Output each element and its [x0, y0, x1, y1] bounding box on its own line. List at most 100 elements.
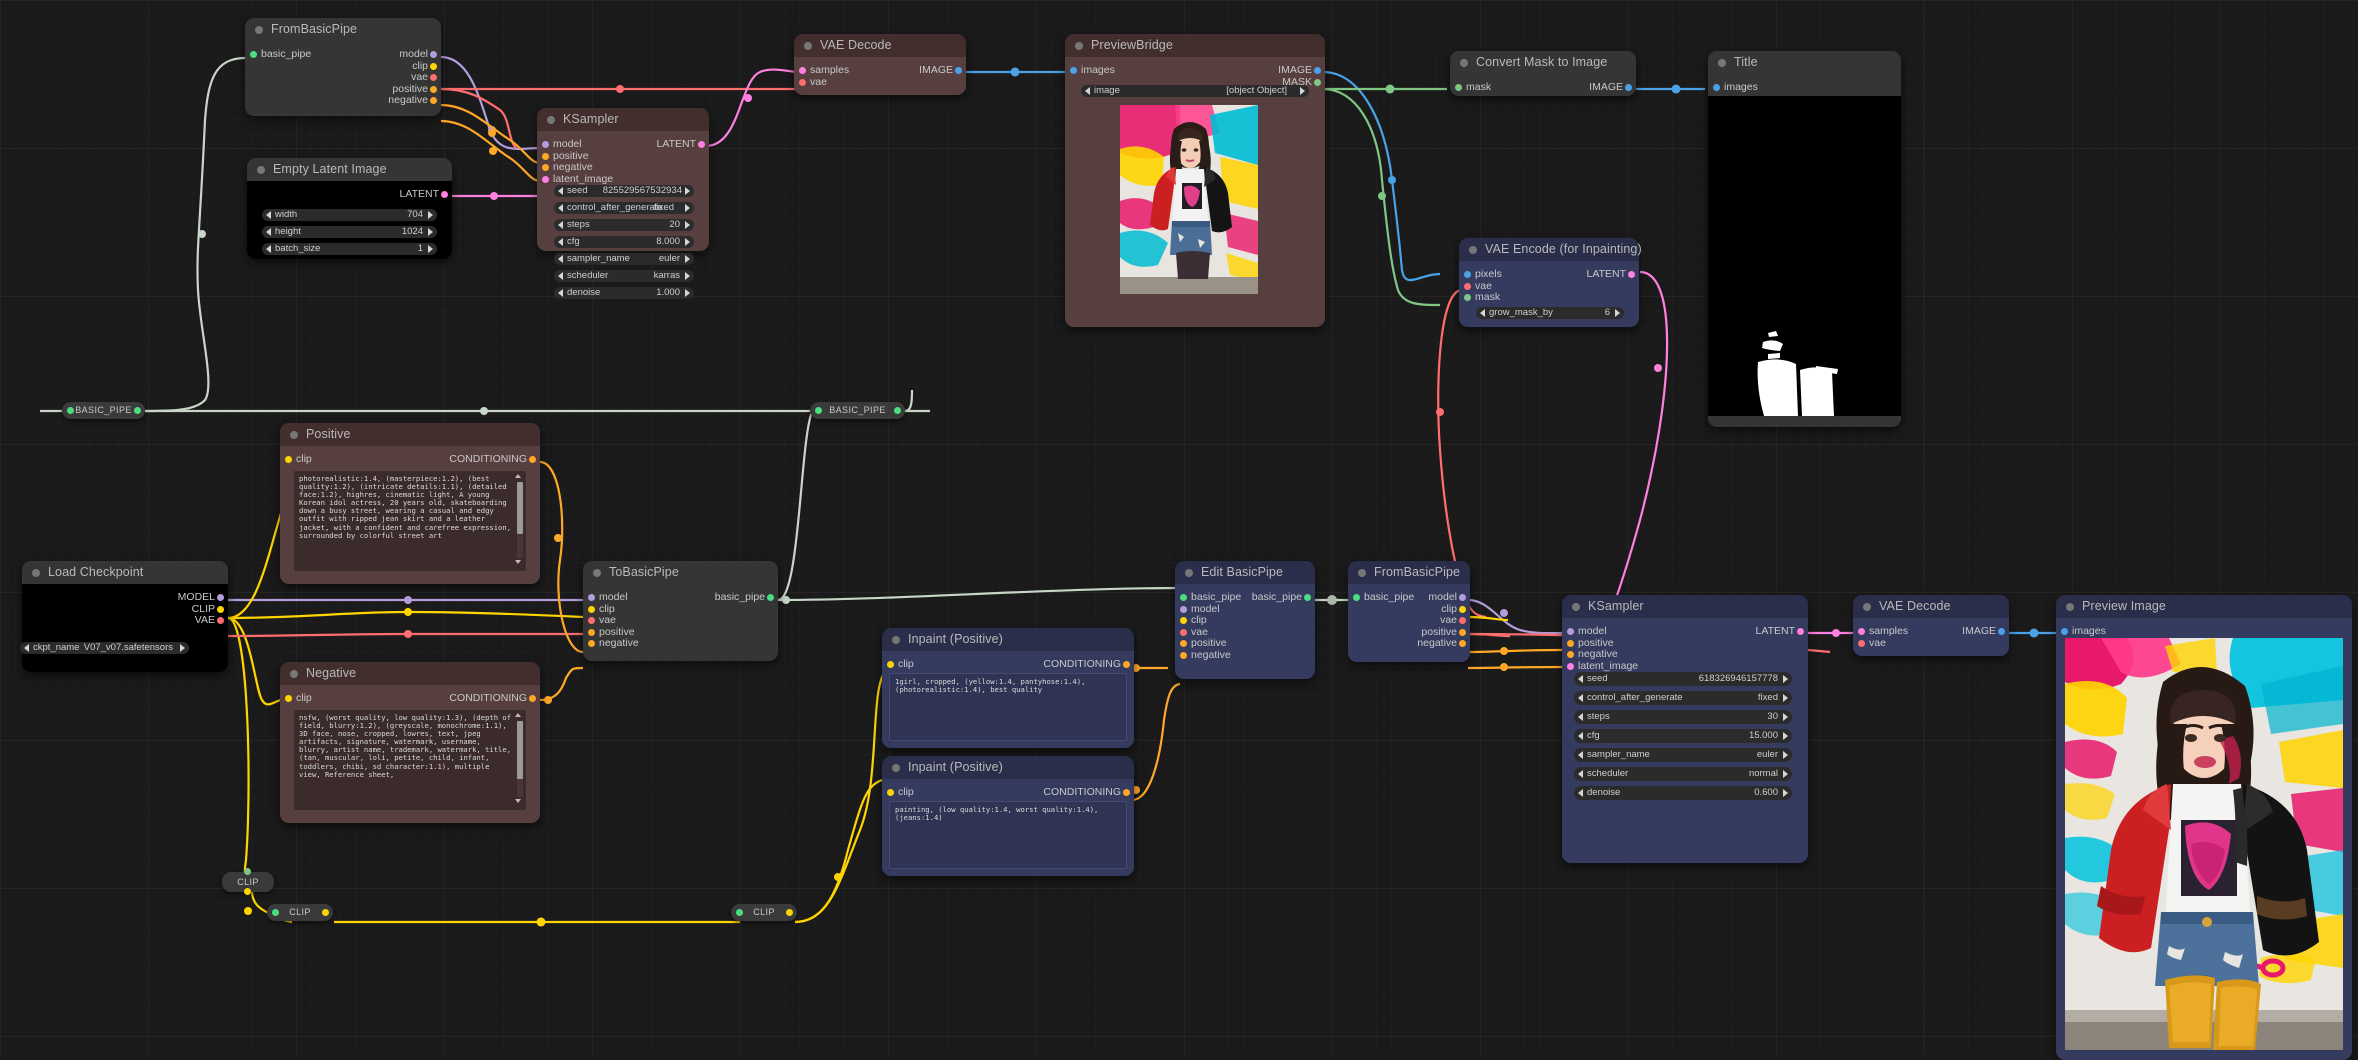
node-empty-latent-image[interactable]: Empty Latent Image LATENT width 704 heig… — [247, 158, 452, 259]
widget-grow-mask-by[interactable]: grow_mask_by 6 — [1476, 307, 1624, 319]
node-title-bar[interactable]: FromBasicPipe — [245, 18, 441, 41]
pin-samples-in[interactable] — [799, 67, 806, 74]
pin-vae-in[interactable] — [1180, 628, 1187, 636]
pin-model-out[interactable] — [430, 51, 437, 58]
pin-negative-out[interactable] — [430, 97, 437, 104]
node-load-checkpoint[interactable]: Load Checkpoint MODEL CLIP VAE ckpt_name… — [20, 561, 228, 672]
widget-steps[interactable]: steps 30 — [1574, 710, 1792, 724]
increment-arrow-icon[interactable] — [428, 211, 433, 219]
pin-mask-in[interactable] — [1455, 84, 1462, 91]
widget-sampler-name[interactable]: sampler_name euler — [1574, 748, 1792, 762]
increment-arrow-icon[interactable] — [685, 221, 690, 229]
pin-basic-pipe-out[interactable] — [1304, 594, 1311, 601]
pin-vae-out[interactable] — [430, 74, 437, 81]
pin-clip-out[interactable] — [217, 605, 224, 613]
node-title-bar[interactable]: Negative — [280, 662, 540, 685]
pin-out[interactable] — [134, 407, 141, 414]
reroute-basic-pipe-1[interactable]: BASIC_PIPE — [62, 402, 145, 419]
node-title-bar[interactable]: Inpaint (Positive) — [882, 628, 1134, 651]
pin-clip-in[interactable] — [887, 661, 894, 668]
pin-positive-in[interactable] — [1567, 639, 1574, 647]
pin-in[interactable] — [815, 407, 822, 414]
pin-images-in[interactable] — [1713, 84, 1720, 91]
scrollbar-thumb[interactable] — [517, 482, 523, 534]
pin-in[interactable] — [272, 909, 279, 916]
collapse-icon[interactable] — [1358, 569, 1366, 577]
pin-positive-out[interactable] — [430, 85, 437, 93]
decrement-arrow-icon[interactable] — [24, 644, 29, 652]
reroute-basic-pipe-2[interactable]: BASIC_PIPE — [810, 402, 905, 419]
collapse-icon[interactable] — [32, 569, 40, 577]
increment-arrow-icon[interactable] — [685, 289, 690, 297]
pin-negative-in[interactable] — [542, 164, 549, 171]
title-mask-image[interactable] — [1708, 96, 1901, 416]
pin-samples-in[interactable] — [1858, 628, 1865, 635]
widget-control-after-generate[interactable]: control_after_generate fixed — [554, 202, 694, 214]
pin-model-out[interactable] — [217, 594, 224, 601]
decrement-arrow-icon[interactable] — [1578, 751, 1583, 759]
widget-batch-size[interactable]: batch_size 1 — [262, 243, 437, 255]
node-ksampler-2[interactable]: KSampler model LATENT positive negative … — [1562, 595, 1808, 863]
node-title-bar[interactable]: KSampler — [537, 108, 709, 131]
increment-arrow-icon[interactable] — [1300, 87, 1305, 95]
increment-arrow-icon[interactable] — [685, 238, 690, 246]
widget-cfg[interactable]: cfg 8.000 — [554, 236, 694, 248]
decrement-arrow-icon[interactable] — [1480, 309, 1485, 317]
pin-images-in[interactable] — [1070, 67, 1077, 74]
widget-control-after-generate[interactable]: control_after_generate fixed — [1574, 691, 1792, 705]
node-vae-decode-2[interactable]: VAE Decode samples IMAGE vae — [1853, 595, 2009, 656]
pin-vae-in[interactable] — [1464, 282, 1471, 290]
pin-vae-in[interactable] — [1858, 639, 1865, 647]
widget-steps[interactable]: steps 20 — [554, 219, 694, 231]
decrement-arrow-icon[interactable] — [1578, 713, 1583, 721]
increment-arrow-icon[interactable] — [1783, 751, 1788, 759]
pin-mask-in[interactable] — [1464, 294, 1471, 301]
scroll-up-arrow-icon[interactable] — [515, 713, 521, 717]
pin-latent-out[interactable] — [698, 141, 705, 148]
decrement-arrow-icon[interactable] — [266, 228, 271, 236]
increment-arrow-icon[interactable] — [428, 245, 433, 253]
decrement-arrow-icon[interactable] — [1578, 789, 1583, 797]
pin-pixels-in[interactable] — [1464, 271, 1471, 278]
collapse-icon[interactable] — [547, 116, 555, 124]
pin-clip-out[interactable] — [430, 62, 437, 70]
collapse-icon[interactable] — [804, 42, 812, 50]
pin-clip-out[interactable] — [1459, 605, 1466, 613]
pin-model-in[interactable] — [1180, 605, 1187, 613]
pin-image-out[interactable] — [1314, 67, 1321, 74]
pin-positive-out[interactable] — [1459, 628, 1466, 636]
pin-mask-out[interactable] — [1314, 78, 1321, 86]
pin-out[interactable] — [244, 888, 251, 895]
collapse-icon[interactable] — [1185, 569, 1193, 577]
collapse-icon[interactable] — [1572, 603, 1580, 611]
pin-conditioning-out[interactable] — [529, 456, 536, 463]
pin-latent-image-in[interactable] — [542, 175, 549, 183]
pin-image-out[interactable] — [1625, 84, 1632, 91]
collapse-icon[interactable] — [1075, 42, 1083, 50]
decrement-arrow-icon[interactable] — [558, 289, 563, 297]
inpaint-positive-textarea-1[interactable]: 1girl, cropped, (yellow:1.4, pantyhose:1… — [889, 673, 1127, 741]
decrement-arrow-icon[interactable] — [558, 187, 563, 195]
collapse-icon[interactable] — [290, 431, 298, 439]
node-preview-image[interactable]: Preview Image images — [2056, 595, 2352, 1060]
increment-arrow-icon[interactable] — [1783, 770, 1788, 778]
widget-ckpt-name[interactable]: ckpt_name V07_v07.safetensors — [20, 642, 189, 654]
increment-arrow-icon[interactable] — [685, 255, 690, 263]
decrement-arrow-icon[interactable] — [1578, 770, 1583, 778]
node-title-bar[interactable]: Positive — [280, 423, 540, 446]
node-title-bar[interactable]: VAE Encode (for Inpainting) — [1459, 238, 1642, 261]
node-vae-encode-inpainting[interactable]: VAE Encode (for Inpainting) pixels LATEN… — [1459, 238, 1642, 327]
decrement-arrow-icon[interactable] — [1578, 732, 1583, 740]
pin-in[interactable] — [736, 909, 743, 916]
decrement-arrow-icon[interactable] — [266, 245, 271, 253]
pin-in[interactable] — [67, 407, 74, 414]
pin-clip-in[interactable] — [887, 789, 894, 796]
pin-clip-in[interactable] — [1180, 617, 1187, 624]
pin-vae-out[interactable] — [1459, 617, 1466, 624]
widget-width[interactable]: width 704 — [262, 209, 437, 221]
pin-positive-in[interactable] — [542, 152, 549, 160]
node-title-bar[interactable]: FromBasicPipe — [1348, 561, 1470, 584]
node-title-bar[interactable]: Edit BasicPipe — [1175, 561, 1315, 584]
collapse-icon[interactable] — [1460, 59, 1468, 67]
reroute-clip-1[interactable]: CLIP — [222, 868, 274, 895]
